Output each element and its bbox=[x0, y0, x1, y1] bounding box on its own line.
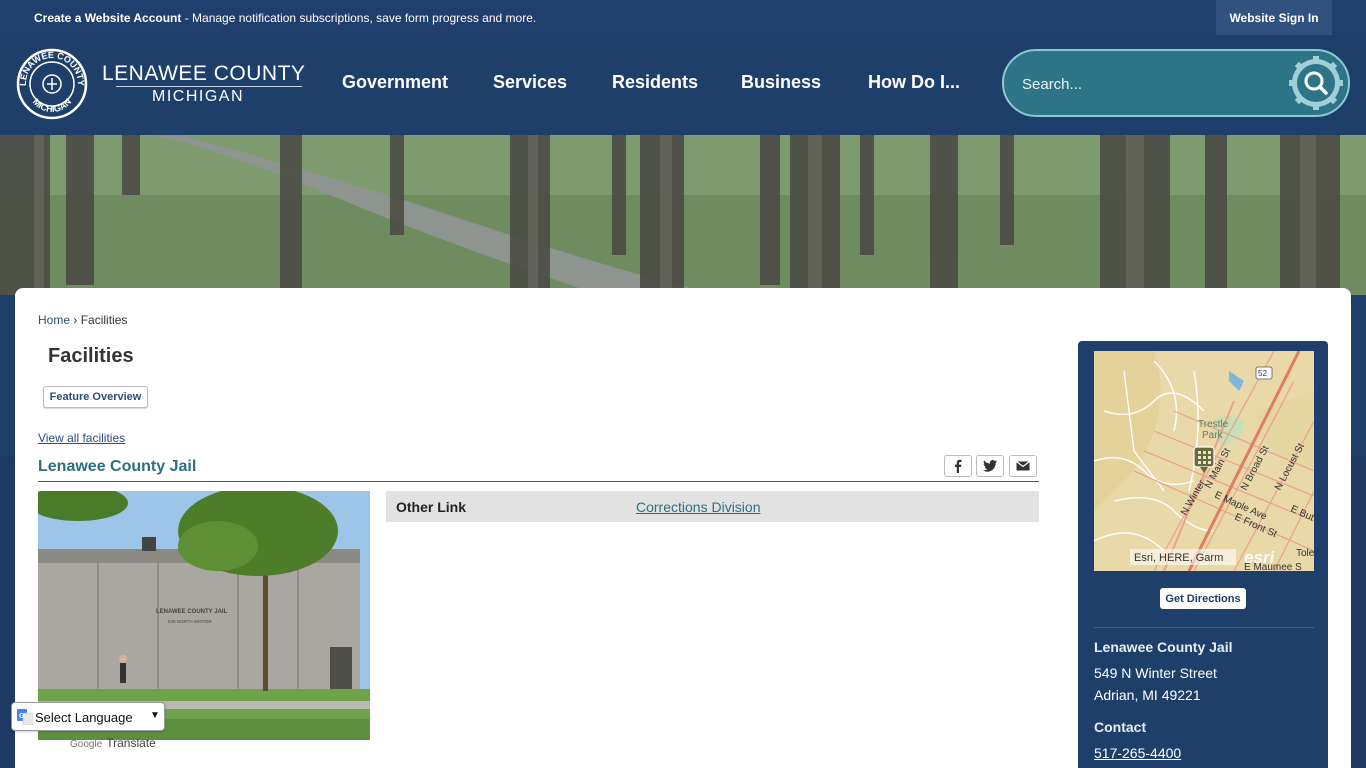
hero-banner-image bbox=[0, 135, 1366, 295]
brand-divider bbox=[116, 86, 302, 87]
svg-text:Park: Park bbox=[1202, 430, 1224, 441]
email-icon bbox=[1016, 461, 1030, 471]
brand-name[interactable]: LENAWEE COUNTY bbox=[102, 62, 305, 86]
nav-how-do-i[interactable]: How Do I... bbox=[868, 72, 960, 93]
google-translate-icon: G bbox=[17, 709, 33, 725]
search-icon[interactable] bbox=[1288, 55, 1344, 111]
facebook-icon bbox=[955, 459, 962, 473]
feature-overview-button[interactable]: Feature Overview bbox=[43, 386, 148, 408]
county-seal-logo[interactable]: LENAWEE COUNTY MICHIGAN bbox=[16, 48, 88, 120]
breadcrumb: Home › Facilities bbox=[38, 313, 127, 327]
address-line-1: 549 N Winter Street bbox=[1094, 665, 1217, 681]
page-title: Facilities bbox=[48, 345, 134, 367]
map-attribution: Esri, HERE, Garm bbox=[1134, 552, 1223, 564]
phone-link[interactable]: 517-265-4400 bbox=[1094, 745, 1181, 761]
nav-services[interactable]: Services bbox=[493, 72, 567, 93]
content-card: Home › Facilities Facilities Feature Ove… bbox=[15, 288, 1351, 768]
facility-title: Lenawee County Jail bbox=[38, 458, 197, 475]
breadcrumb-home-link[interactable]: Home bbox=[38, 313, 70, 327]
svg-text:G: G bbox=[19, 713, 25, 720]
site-header: LENAWEE COUNTY MICHIGAN LENAWEE COUNTY M… bbox=[0, 36, 1366, 135]
create-account-link[interactable]: Create a Website Account - Manage notifi… bbox=[34, 11, 536, 25]
facility-name: Lenawee County Jail bbox=[1094, 639, 1233, 655]
svg-text:Trestle: Trestle bbox=[1198, 419, 1229, 430]
search-input[interactable] bbox=[1022, 71, 1272, 97]
svg-text:549 NORTH WINTER: 549 NORTH WINTER bbox=[168, 619, 212, 624]
view-all-facilities-link[interactable]: View all facilities bbox=[38, 431, 125, 445]
breadcrumb-separator: › bbox=[73, 313, 78, 327]
chevron-down-icon: ▼ bbox=[150, 710, 160, 721]
corrections-division-link[interactable]: Corrections Division bbox=[636, 499, 760, 515]
search-box bbox=[1002, 49, 1350, 117]
svg-text:Toledo: Toledo bbox=[1296, 548, 1314, 559]
powered-by-google-translate[interactable]: Google Translate bbox=[70, 736, 156, 750]
language-select-label: Select Language bbox=[35, 710, 133, 725]
svg-text:MICHIGAN: MICHIGAN bbox=[31, 96, 73, 114]
facility-info-sidebar: 52 Trestle Park N Winter N Main St N Bro… bbox=[1078, 341, 1328, 768]
address-line-2: Adrian, MI 49221 bbox=[1094, 687, 1201, 703]
google-logo: Google bbox=[70, 739, 103, 750]
language-select[interactable]: G Select Language ▼ bbox=[11, 702, 165, 731]
other-link-label: Other Link bbox=[396, 499, 467, 515]
website-sign-in-button[interactable]: Website Sign In bbox=[1216, 0, 1332, 35]
twitter-share-button[interactable] bbox=[976, 455, 1004, 477]
breadcrumb-current: Facilities bbox=[80, 313, 128, 327]
nav-residents[interactable]: Residents bbox=[612, 72, 698, 93]
brand-state: MICHIGAN bbox=[152, 88, 244, 105]
svg-text:52: 52 bbox=[1258, 369, 1267, 378]
top-bar: Create a Website Account - Manage notifi… bbox=[0, 0, 1366, 36]
other-link-row: Other Link Corrections Division bbox=[386, 491, 1039, 522]
twitter-icon bbox=[983, 460, 997, 472]
facebook-share-button[interactable] bbox=[944, 455, 972, 477]
sidebar-divider bbox=[1094, 627, 1314, 628]
nav-business[interactable]: Business bbox=[741, 72, 821, 93]
get-directions-button[interactable]: Get Directions bbox=[1160, 588, 1246, 609]
contact-label: Contact bbox=[1094, 719, 1147, 735]
nav-government[interactable]: Government bbox=[342, 72, 448, 93]
facility-map[interactable]: 52 Trestle Park N Winter N Main St N Bro… bbox=[1094, 351, 1314, 571]
esri-logo: esri bbox=[1244, 548, 1276, 567]
svg-text:LENAWEE COUNTY JAIL: LENAWEE COUNTY JAIL bbox=[156, 609, 228, 615]
facility-title-rule bbox=[38, 481, 1039, 482]
email-share-button[interactable] bbox=[1009, 455, 1037, 477]
